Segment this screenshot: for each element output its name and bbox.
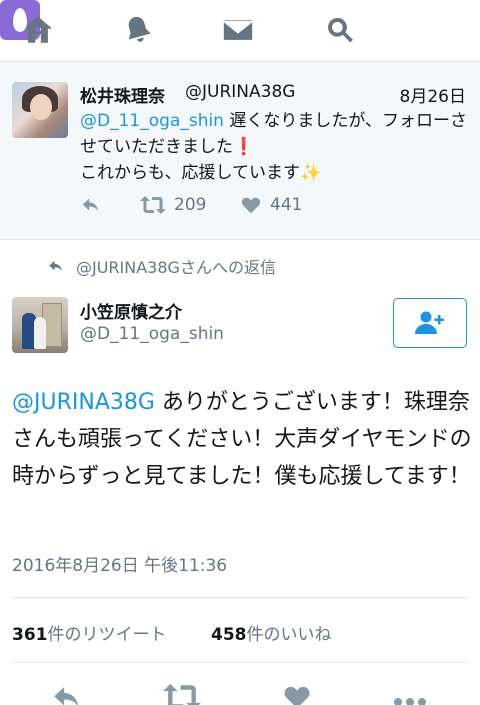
exclamation-emoji: ❗ <box>233 137 255 157</box>
reply-context[interactable]: @JURINA38Gさんへの返信 <box>46 254 276 278</box>
retweet-stat[interactable]: 361件のリツイート <box>12 620 167 645</box>
avatar-person <box>34 317 46 349</box>
avatar-face <box>30 94 52 120</box>
like-label: 件のいいね <box>246 625 332 645</box>
tweet-actions: 209 441 <box>80 194 380 220</box>
heart-icon <box>241 197 261 214</box>
tweet-action-bar <box>0 680 480 705</box>
like-stat[interactable]: 458件のいいね <box>211 620 332 645</box>
top-navigation <box>0 0 480 62</box>
reply-icon <box>49 260 62 272</box>
like-button[interactable]: 441 <box>240 194 302 216</box>
tweet-text: @JURINA38G ありがとうございます！珠理奈さんも頑張ってください！大声ダ… <box>12 384 472 495</box>
like-count: 441 <box>270 195 303 215</box>
egg-avatar-icon <box>13 8 27 32</box>
reply-icon <box>82 198 99 212</box>
more-icon <box>394 698 426 705</box>
heart-icon <box>284 686 310 705</box>
retweet-label: 件のリツイート <box>47 625 167 645</box>
add-user-icon <box>415 311 444 334</box>
like-count: 458 <box>211 625 247 645</box>
tweet-text: @D_11_oga_shin 遅くなりましたが、フォローさせていただきました❗ … <box>80 108 470 186</box>
mention-link[interactable]: @JURINA38G <box>12 390 155 415</box>
reply-context-text: @JURINA38Gさんへの返信 <box>76 258 276 277</box>
retweet-icon <box>163 683 201 705</box>
reply-button[interactable] <box>50 680 84 705</box>
retweet-button[interactable] <box>163 680 201 705</box>
tweet-date: 8月26日 <box>399 87 466 107</box>
follow-button[interactable] <box>393 298 467 348</box>
avatar[interactable] <box>12 82 68 138</box>
retweet-icon <box>140 196 166 214</box>
author-name[interactable]: 小笠原慎之介 <box>80 298 182 323</box>
like-button[interactable] <box>282 680 312 705</box>
author-handle[interactable]: @D_11_oga_shin <box>80 324 224 344</box>
tweet-timestamp: 2016年8月26日 午後11:36 <box>12 556 228 576</box>
retweet-button[interactable]: 209 <box>140 194 206 216</box>
more-options-button[interactable] <box>392 680 428 705</box>
tweet-text-part: これからも、応援しています <box>80 163 300 183</box>
avatar[interactable] <box>12 297 68 353</box>
sparkle-emoji: ✨ <box>299 163 322 183</box>
reply-button[interactable] <box>80 194 102 216</box>
author-name[interactable]: 松井珠理奈 <box>80 82 165 107</box>
mail-icon[interactable] <box>218 10 258 50</box>
retweet-count: 209 <box>174 195 207 215</box>
mention-link[interactable]: @D_11_oga_shin <box>80 111 224 131</box>
divider <box>12 662 468 663</box>
reply-icon <box>54 687 78 705</box>
search-icon[interactable] <box>320 10 360 50</box>
parent-tweet[interactable]: 松井珠理奈 @JURINA38G 8月26日 @D_11_oga_shin 遅く… <box>0 62 480 240</box>
divider <box>12 597 468 598</box>
author-handle[interactable]: @JURINA38G <box>185 82 295 102</box>
retweet-count: 361 <box>12 625 48 645</box>
bell-icon[interactable] <box>118 10 158 50</box>
